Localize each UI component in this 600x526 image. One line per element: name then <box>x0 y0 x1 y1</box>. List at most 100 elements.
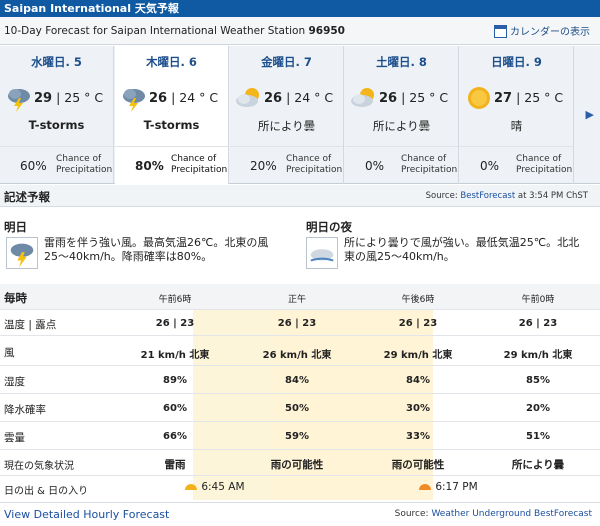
cloud-value: 33% <box>406 431 430 442</box>
cloud-value: 59% <box>285 431 309 442</box>
day-card-sun[interactable]: 日曜日. 9 27 | 25 ° C 晴 0% Chance of Precipi… <box>460 46 574 184</box>
day-temps: 26 | 24 ° C <box>264 90 333 106</box>
next-days-arrow-icon[interactable]: ▶ <box>586 108 594 121</box>
precip-percent: 20% <box>250 159 277 173</box>
tstorm-icon <box>8 89 30 112</box>
hourly-label: 毎時 <box>4 291 27 305</box>
night-wind-icon <box>306 237 338 269</box>
forecast-subheader: 10-Day Forecast for Saipan International… <box>0 17 600 45</box>
row-label: 湿度 <box>4 376 25 388</box>
chance-line-2: Precipitation <box>516 165 573 175</box>
calendar-link[interactable]: カレンダーの表示 <box>494 23 590 38</box>
sunset-icon <box>419 484 431 490</box>
chance-label: Chance of Precipitation <box>171 154 227 176</box>
source-prefix: Source: <box>425 191 461 201</box>
day-card-wed[interactable]: 水曜日. 5 29 | 25 ° C T-storms 60% Chance o… <box>0 46 114 184</box>
sunset-time: 6:17 PM <box>435 481 478 493</box>
divider <box>0 146 113 147</box>
chance-line-2: Precipitation <box>56 165 113 175</box>
forecast-subtitle: 10-Day Forecast for Saipan International… <box>4 25 345 37</box>
chance-line-1: Chance of <box>401 154 447 164</box>
tstorm-icon <box>123 89 145 112</box>
precip-percent: 0% <box>365 159 385 173</box>
chance-label: Chance of Precipitation <box>516 154 572 176</box>
detailed-hourly-link[interactable]: View Detailed Hourly Forecast <box>4 508 169 521</box>
chance-label: Chance of Precipitation <box>286 154 342 176</box>
footer-source-prefix: Source: <box>394 509 432 519</box>
chance-line-1: Chance of <box>286 154 332 164</box>
wind-value: 29 km/h 北東 <box>503 350 573 361</box>
partly-cloudy-icon <box>351 88 374 107</box>
text-forecast-header: 記述予報 Source: BestForecast at 3:54 PM ChS… <box>0 185 600 207</box>
precip-percent: 60% <box>20 159 47 173</box>
calendar-icon <box>494 25 507 38</box>
day-condition: 所により曇 <box>257 119 316 133</box>
humidity-value: 89% <box>163 375 187 386</box>
day-temps: 29 | 25 ° C <box>34 90 103 106</box>
row-label: 雲量 <box>4 432 25 444</box>
cloud-value: 51% <box>526 431 550 442</box>
cloud-value: 66% <box>163 431 187 442</box>
high-temp: 26 <box>264 91 283 106</box>
source-link[interactable]: BestForecast <box>460 191 515 201</box>
day-temps: 26 | 24 ° C <box>149 90 218 106</box>
hourly-row-temp: 温度 | 露点 26 | 23 26 | 23 26 | 23 26 | 23 <box>0 310 600 336</box>
wind-value: 21 km/h 北東 <box>140 350 210 361</box>
condition-value: 雨の可能性 <box>391 459 445 471</box>
condition-value: 雷雨 <box>164 459 186 471</box>
day-name: 金曜日. 7 <box>261 55 312 69</box>
precip-value: 20% <box>526 403 550 414</box>
high-temp: 26 <box>379 91 398 106</box>
sun-icon <box>468 87 490 109</box>
temp-value: 26 | 23 <box>155 318 195 329</box>
divider <box>230 146 343 147</box>
condition-value: 所により曇 <box>511 459 565 471</box>
precip-percent: 80% <box>135 159 164 173</box>
footer-source-link[interactable]: Weather Underground BestForecast <box>431 509 592 519</box>
row-label: 降水確率 <box>4 404 46 416</box>
sunrise: 6:45 AM <box>184 481 245 493</box>
hourly-row-conditions: 現在の気象状況 雷雨 雨の可能性 雨の可能性 所により曇 <box>0 450 600 476</box>
time-label: 午前6時 <box>158 295 192 305</box>
hourly-header-row: 毎時 午前6時 正午 午後6時 午前0時 <box>0 284 600 310</box>
divider <box>460 146 573 147</box>
low-temp: | 25 ° C <box>401 90 449 105</box>
station-id: 96950 <box>308 25 345 37</box>
humidity-value: 84% <box>406 375 430 386</box>
day-name: 水曜日. 5 <box>31 55 82 69</box>
day-condition: 所により曇 <box>372 119 431 133</box>
hourly-row-wind: 風 21 km/h 北東 26 km/h 北東 29 km/h 北東 29 km… <box>0 336 600 366</box>
hourly-forecast-table: 毎時 午前6時 正午 午後6時 午前0時 温度 | 露点 26 | 23 26 … <box>0 284 600 500</box>
text-forecast-source: Source: BestForecast at 3:54 PM ChST <box>426 191 588 201</box>
tomorrow-text: 雷雨を伴う強い風。最高気温26℃。北東の風25～40km/h。降雨確率は80%。 <box>44 236 269 263</box>
text-forecast-heading: 記述予報 <box>4 190 50 204</box>
day-name: 日曜日. 9 <box>491 55 542 69</box>
divider <box>115 146 228 147</box>
high-temp: 26 <box>149 91 168 106</box>
chance-line-1: Chance of <box>516 154 562 164</box>
day-temps: 27 | 25 ° C <box>494 90 563 106</box>
day-card-thu[interactable]: 木曜日. 6 26 | 24 ° C T-storms 80% Chance o… <box>115 46 229 184</box>
low-temp: | 24 ° C <box>171 90 219 105</box>
window-title: Saipan International 天気予報 <box>0 0 600 17</box>
daily-forecast-strip: 水曜日. 5 29 | 25 ° C T-storms 60% Chance o… <box>0 46 600 184</box>
chance-label: Chance of Precipitation <box>56 154 112 176</box>
time-label: 正午 <box>287 295 306 305</box>
day-card-sat[interactable]: 土曜日. 8 26 | 25 ° C 所により曇 0% Chance of Pre… <box>345 46 459 184</box>
chance-line-2: Precipitation <box>401 165 458 175</box>
sunset: 6:17 PM <box>418 481 478 493</box>
temp-value: 26 | 23 <box>277 318 317 329</box>
day-card-fri[interactable]: 金曜日. 7 26 | 24 ° C 所により曇 20% Chance of Pr… <box>230 46 344 184</box>
time-label: 午後6時 <box>401 295 435 305</box>
high-temp: 27 <box>494 91 513 106</box>
condition-value: 雨の可能性 <box>270 459 324 471</box>
row-label: 現在の気象状況 <box>4 461 74 472</box>
day-condition: T-storms <box>143 118 200 132</box>
day-temps: 26 | 25 ° C <box>379 90 448 106</box>
humidity-value: 85% <box>526 375 550 386</box>
sunrise-time: 6:45 AM <box>201 481 245 493</box>
partly-cloudy-icon <box>236 88 259 107</box>
precip-value: 60% <box>163 403 187 414</box>
chance-line-1: Chance of <box>56 154 102 164</box>
tomorrow-title: 明日 <box>4 220 27 234</box>
